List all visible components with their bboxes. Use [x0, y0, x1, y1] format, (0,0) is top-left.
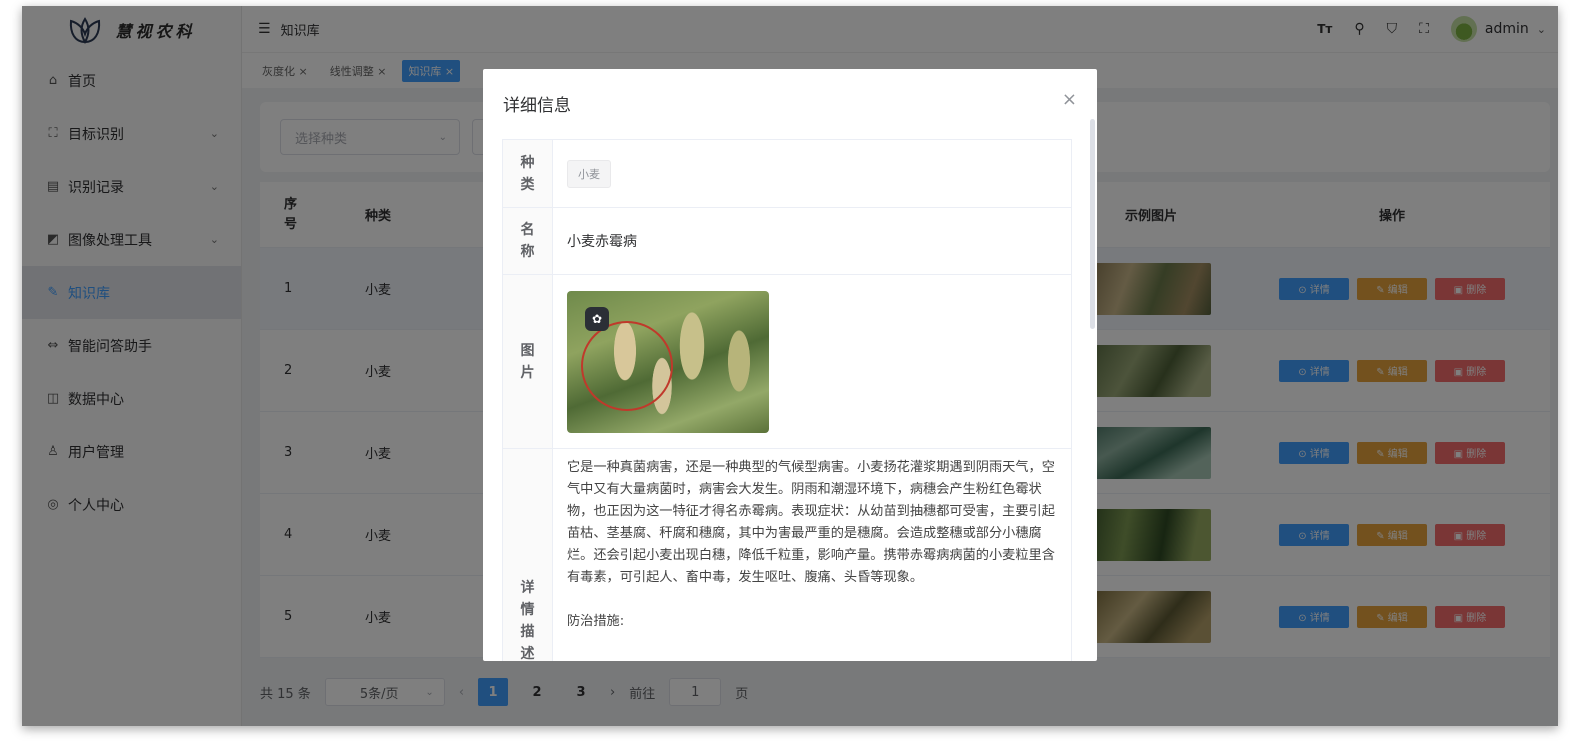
label-detail: 详情描述: [503, 449, 553, 661]
row-detail: 详情描述 它是一种真菌病害，还是一种典型的气候型病害。小麦扬花灌浆期遇到阴雨天气…: [503, 449, 1071, 661]
wheat-disease-image[interactable]: ✿: [567, 290, 769, 433]
label-name: 名称: [503, 208, 553, 274]
app-window: 慧视农科 ⌂首页⛶目标识别⌄▤识别记录⌄◩图像处理工具⌄✎知识库⇔智能问答助手◫…: [22, 6, 1558, 726]
name-value: 小麦赤霉病: [567, 234, 637, 250]
label-kind: 种类: [503, 140, 553, 207]
row-image: 图片 ✿: [503, 275, 1071, 449]
row-name: 名称 小麦赤霉病: [503, 208, 1071, 275]
detail-text: 它是一种真菌病害，还是一种典型的气候型病害。小麦扬花灌浆期遇到阴雨天气，空气中又…: [567, 449, 1057, 641]
kind-tag: 小麦: [567, 159, 611, 188]
disease-highlight-circle: [581, 320, 673, 411]
detail-descriptions: 种类 小麦 名称 小麦赤霉病 图片 ✿ 详情描述 它是一种真菌病害，还是一种典型…: [502, 139, 1072, 661]
dialog-title: 详细信息: [503, 96, 571, 116]
prevention-label: 防治措施:: [567, 614, 625, 629]
row-kind: 种类 小麦: [503, 140, 1071, 208]
detect-badge-icon: ✿: [585, 306, 609, 331]
label-image: 图片: [503, 275, 553, 448]
close-icon[interactable]: ×: [1062, 89, 1077, 110]
dialog-scrollbar[interactable]: [1090, 119, 1095, 329]
detail-dialog: 详细信息 × 种类 小麦 名称 小麦赤霉病 图片 ✿ 详情描述 它是一种真菌病害…: [483, 69, 1097, 661]
